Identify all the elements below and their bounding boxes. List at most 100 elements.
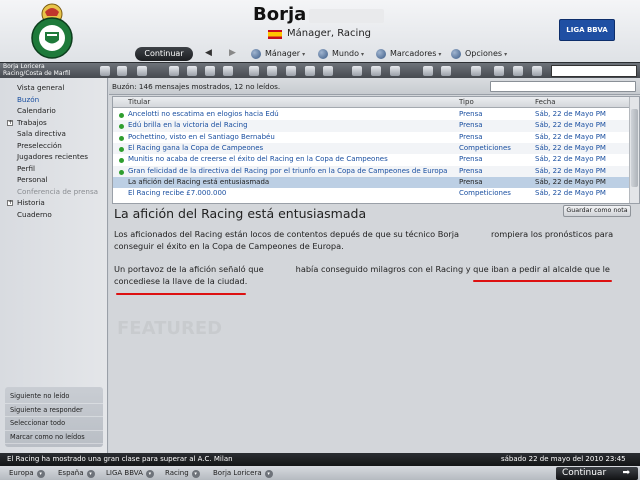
table-row-selected[interactable]: La afición del Racing está entusiasmada P… — [113, 176, 631, 189]
sidebar-item-perfil[interactable]: Perfil — [0, 163, 107, 175]
message-title: La afición del Racing está entusiasmada — [114, 206, 367, 221]
chevron-down-icon[interactable]: ▾ — [145, 470, 154, 478]
menu-marcadores[interactable]: Marcadores ▾ — [376, 47, 441, 61]
unread-dot-icon — [119, 146, 124, 152]
manager-icon — [251, 49, 261, 59]
notes-icon[interactable] — [471, 66, 481, 76]
squad-icon[interactable] — [169, 66, 179, 76]
chevron-down-icon[interactable]: ▾ — [191, 470, 200, 478]
red-underline-annotation — [116, 293, 246, 295]
fixtures-icon[interactable] — [371, 66, 381, 76]
bookmarks-icon — [376, 49, 386, 59]
chevron-down-icon: ▾ — [438, 51, 442, 58]
next-unread-action[interactable]: Siguiente no leído — [5, 390, 103, 404]
breadcrumb-europa[interactable]: Europa ▾ — [9, 466, 45, 480]
trophy-icon[interactable] — [352, 66, 362, 76]
next-to-reply-action[interactable]: Siguiente a responder — [5, 404, 103, 417]
sidebar-item-label: Perfil — [17, 163, 35, 173]
news-icon[interactable] — [423, 66, 433, 76]
table-scrollbar[interactable] — [629, 97, 639, 203]
column-header-fecha[interactable]: Fecha — [535, 97, 556, 108]
column-header-tipo[interactable]: Tipo — [459, 97, 474, 108]
sidebar-item-historia[interactable]: + Historia — [0, 197, 107, 209]
chevron-down-icon[interactable]: ▾ — [264, 470, 273, 478]
menu-manager[interactable]: Mánager ▾ — [251, 47, 305, 61]
transfers-icon[interactable] — [267, 66, 277, 76]
globe-icon — [318, 49, 328, 59]
row-type: Prensa — [459, 166, 483, 175]
help-icon[interactable] — [513, 66, 523, 76]
global-search-input[interactable] — [551, 65, 637, 77]
row-type: Prensa — [459, 177, 483, 186]
stats-icon[interactable] — [390, 66, 400, 76]
sidebar-item-personal[interactable]: Personal — [0, 174, 107, 186]
sidebar-item-preseleccion[interactable]: Preselección — [0, 140, 107, 152]
sidebar-item-trabajos[interactable]: + Trabajos — [0, 117, 107, 129]
menu-opciones[interactable]: Opciones ▾ — [451, 47, 507, 61]
tactics-icon[interactable] — [187, 66, 197, 76]
history-icon[interactable] — [532, 66, 542, 76]
chevron-down-icon[interactable]: ▾ — [36, 470, 45, 478]
table-row[interactable]: Edú brilla en la victoria del Racing Pren… — [113, 120, 631, 132]
sidebar-item-conferencia-de-prensa: Conferencia de prensa — [0, 186, 107, 198]
breadcrumb-borja-loricera[interactable]: Borja Loricera ▾ — [213, 466, 273, 480]
row-title: Pochettino, visto en el Santiago Bernabé… — [128, 132, 275, 141]
breadcrumb-espana[interactable]: España ▾ — [58, 466, 95, 480]
search-players-icon[interactable] — [441, 66, 451, 76]
expand-icon[interactable]: + — [7, 119, 13, 126]
row-type: Prensa — [459, 121, 483, 130]
spain-flag-icon — [268, 30, 282, 39]
scrollbar-thumb[interactable] — [631, 109, 638, 187]
sidebar-item-buzon[interactable]: Buzón — [0, 94, 107, 106]
inbox-search-input[interactable] — [490, 81, 636, 92]
chevron-down-icon[interactable]: ▾ — [86, 470, 95, 478]
sidebar-item-calendario[interactable]: Calendario — [0, 105, 107, 117]
table-row[interactable]: Pochettino, visto en el Santiago Bernabé… — [113, 132, 631, 143]
breadcrumb-liga-bbva[interactable]: LIGA BBVA ▾ — [106, 466, 154, 480]
finance-icon[interactable] — [286, 66, 296, 76]
column-header-titular[interactable]: Titular — [128, 97, 150, 108]
calendar-icon[interactable] — [137, 66, 147, 76]
scouting-icon[interactable] — [249, 66, 259, 76]
row-title: Edú brilla en la victoria del Racing — [128, 121, 248, 130]
inbox-icon[interactable] — [117, 66, 127, 76]
row-date: Sáb, 22 de Mayo PM — [535, 132, 606, 141]
sidebar-item-cuaderno[interactable]: Cuaderno — [0, 209, 107, 221]
continue-button-bottom[interactable]: Continuar ➡ — [556, 467, 638, 480]
inbox-summary-bar: Buzón: 146 mensajes mostrados, 12 no leí… — [109, 78, 640, 95]
breadcrumb-racing[interactable]: Racing ▾ — [165, 466, 200, 480]
training-icon[interactable] — [205, 66, 215, 76]
save-as-note-button[interactable]: Guardar como nota — [563, 205, 631, 217]
menu-mundo[interactable]: Mundo ▾ — [318, 47, 364, 61]
news-ticker: El Racing ha mostrado una gran clase par… — [0, 453, 640, 466]
sidebar-item-label: Conferencia de prensa — [17, 186, 99, 196]
back-arrow-icon[interactable]: ◀ — [205, 48, 212, 58]
select-all-action[interactable]: Seleccionar todo — [5, 417, 103, 431]
forward-arrow-icon[interactable]: ▶ — [229, 48, 236, 58]
inbox-count: Buzón: 146 mensajes mostrados, 12 no leí… — [112, 82, 281, 91]
sidebar-item-sala-directiva[interactable]: Sala directiva — [0, 128, 107, 140]
sidebar-item-vista-general[interactable]: Vista general — [0, 82, 107, 94]
home-icon[interactable] — [100, 66, 110, 76]
sidebar-item-label: Trabajos — [17, 117, 47, 127]
table-row[interactable]: El Racing recibe £7.000.000 Competiciones… — [113, 188, 631, 199]
table-row[interactable]: Munitis no acaba de creerse el éxito del… — [113, 154, 631, 165]
sidebar-item-label: Calendario — [17, 106, 56, 115]
continue-button-top[interactable]: Continuar — [135, 47, 193, 61]
web-icon[interactable] — [494, 66, 504, 76]
sidebar-item-label: Vista general — [17, 83, 65, 92]
staff-icon[interactable] — [223, 66, 233, 76]
stadium-icon[interactable] — [323, 66, 333, 76]
breadcrumb-label: Racing — [165, 469, 189, 477]
sidebar-item-jugadores-recientes[interactable]: Jugadores recientes — [0, 151, 107, 163]
unread-dot-icon — [119, 158, 124, 164]
sidebar-nav: Vista general Buzón Calendario + Trabajos… — [0, 82, 107, 220]
mark-unread-action[interactable]: Marcar como no leídos — [5, 431, 103, 444]
expand-icon[interactable]: + — [7, 200, 13, 206]
news-headline[interactable]: El Racing ha mostrado una gran clase par… — [7, 453, 233, 466]
table-row[interactable]: Ancelotti no escatima en elogios hacia E… — [113, 109, 631, 120]
table-row[interactable]: El Racing gana la Copa de Campeones Compe… — [113, 142, 631, 155]
row-title: Gran felicidad de la directiva del Racin… — [128, 166, 448, 175]
table-row[interactable]: Gran felicidad de la directiva del Racin… — [113, 165, 631, 177]
board-icon[interactable] — [305, 66, 315, 76]
